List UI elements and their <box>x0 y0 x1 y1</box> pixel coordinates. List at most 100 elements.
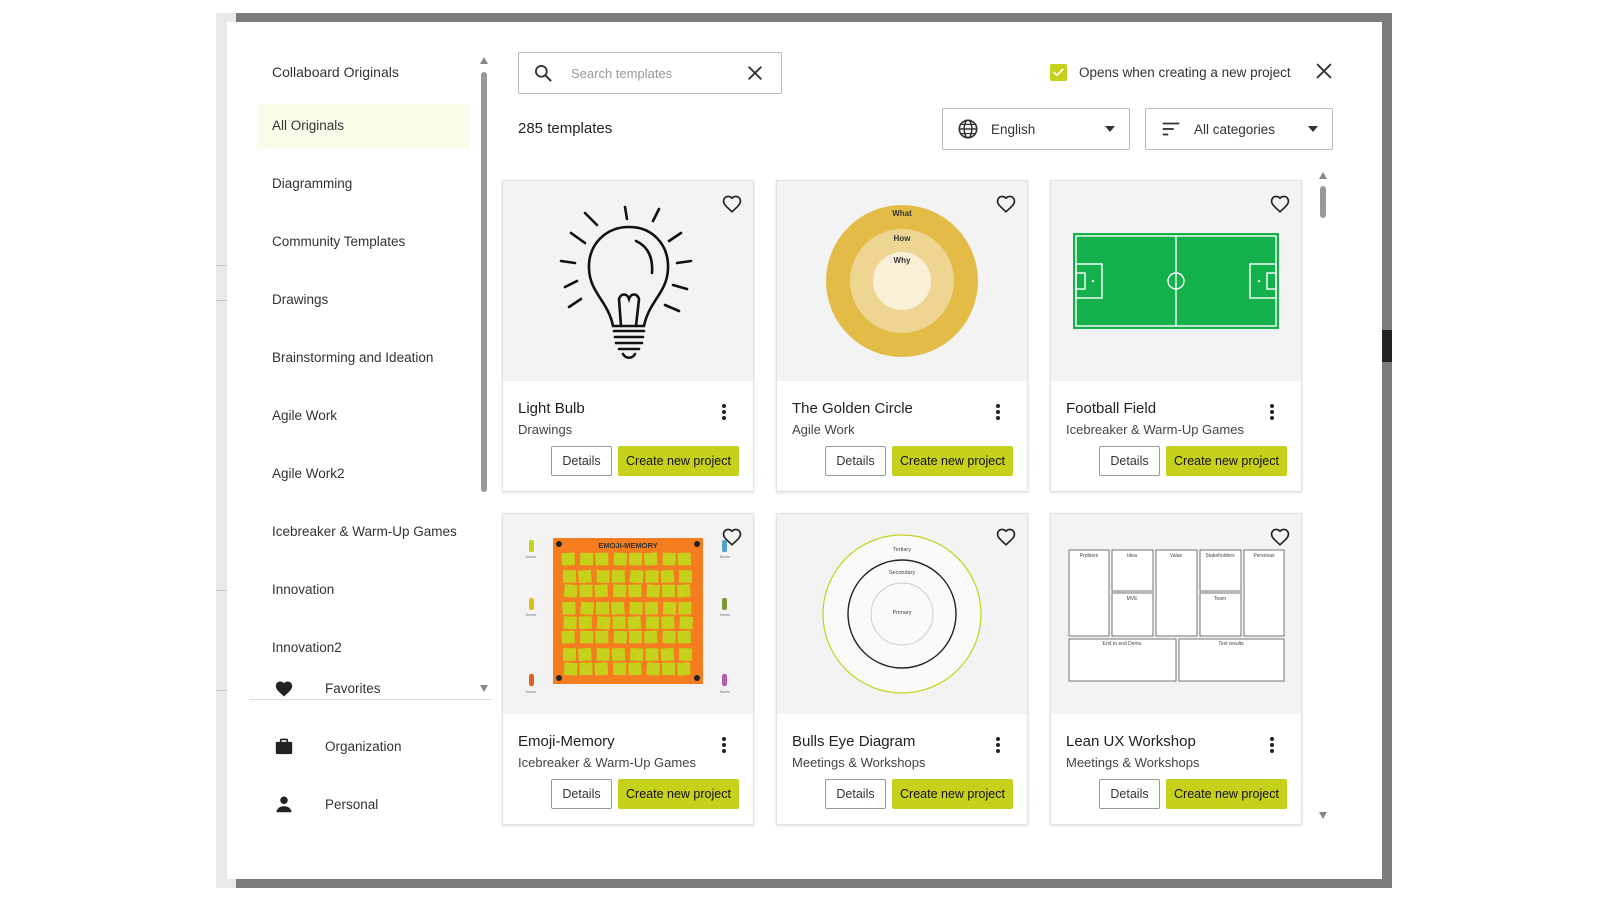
memory-tile <box>660 569 675 584</box>
memory-tile <box>629 630 642 644</box>
favorites-label: Favorites <box>325 680 381 696</box>
bulls-eye-label: Tertiary <box>893 547 911 553</box>
favorite-heart-icon[interactable] <box>721 193 743 215</box>
memory-tile <box>628 662 642 676</box>
details-button[interactable]: Details <box>825 446 886 476</box>
sidebar-favorites[interactable]: Favorites <box>273 668 473 708</box>
memory-tile <box>629 552 642 566</box>
sidebar-item-diagramming[interactable]: Diagramming <box>257 162 470 206</box>
memory-tile <box>596 648 610 661</box>
favorite-heart-icon[interactable] <box>1269 193 1291 215</box>
bulls-eye-illustration: Tertiary Secondary Primary <box>822 534 982 694</box>
sidebar-item-innovation2[interactable]: Innovation2 <box>257 626 470 654</box>
more-options-icon[interactable] <box>1269 736 1275 754</box>
more-options-icon[interactable] <box>721 403 727 421</box>
memory-tile <box>676 662 691 676</box>
template-thumbnail: EMOJI-MEMORY Name Name Name Name Name Na… <box>503 514 753 714</box>
sidebar-scrollbar[interactable] <box>480 57 490 697</box>
golden-circle-label: What <box>892 209 912 218</box>
template-card-bulls-eye[interactable]: Tertiary Secondary Primary Bulls Eye Dia… <box>776 513 1028 825</box>
memory-tile <box>678 570 693 583</box>
sidebar-item-brainstorming[interactable]: Brainstorming and Ideation <box>257 336 470 380</box>
opens-on-new-project-label: Opens when creating a new project <box>1079 65 1291 80</box>
template-card-football-field[interactable]: Football Field Icebreaker & Warm-Up Game… <box>1050 180 1302 492</box>
sidebar-item-innovation[interactable]: Innovation <box>257 568 470 612</box>
sidebar-item-drawings[interactable]: Drawings <box>257 278 470 322</box>
memory-tile <box>676 584 691 598</box>
memory-tile <box>628 584 642 598</box>
create-new-project-button[interactable]: Create new project <box>892 446 1013 476</box>
sidebar-organization[interactable]: Organization <box>273 726 473 766</box>
memory-tile <box>594 584 609 598</box>
more-options-icon[interactable] <box>721 736 727 754</box>
memory-tile <box>613 552 628 566</box>
player-name-label: Name <box>526 554 537 559</box>
scrollbar-thumb[interactable] <box>1320 186 1326 218</box>
create-new-project-button[interactable]: Create new project <box>618 779 739 809</box>
template-grid-scrollbar[interactable] <box>1318 172 1330 822</box>
details-button[interactable]: Details <box>551 779 612 809</box>
favorite-heart-icon[interactable] <box>995 526 1017 548</box>
template-category: Drawings <box>518 422 573 437</box>
more-options-icon[interactable] <box>995 736 1001 754</box>
more-options-icon[interactable] <box>995 403 1001 421</box>
scroll-up-arrow-icon[interactable] <box>480 57 488 64</box>
template-title: Lean UX Workshop <box>1066 733 1196 750</box>
scrollbar-thumb[interactable] <box>481 72 487 492</box>
template-card-light-bulb[interactable]: Light Bulb Drawings Details Create new p… <box>502 180 754 492</box>
memory-tile <box>629 601 643 615</box>
memory-tile <box>563 570 576 583</box>
sidebar-item-community-templates[interactable]: Community Templates <box>257 220 470 264</box>
search-box <box>518 52 782 94</box>
template-card-lean-ux[interactable]: Problem Idea Value Stakeholders Personas… <box>1050 513 1302 825</box>
sidebar-item-all-originals[interactable]: All Originals <box>257 104 470 148</box>
memory-tile <box>561 552 576 566</box>
memory-tile <box>662 630 676 644</box>
template-title: The Golden Circle <box>792 400 913 417</box>
sidebar-item-agile-work[interactable]: Agile Work <box>257 394 470 438</box>
details-button[interactable]: Details <box>1099 779 1160 809</box>
briefcase-icon <box>273 735 295 757</box>
sidebar-item-agile-work2[interactable]: Agile Work2 <box>257 452 470 496</box>
memory-tile <box>662 662 675 676</box>
memory-tile <box>645 648 659 661</box>
player-name-label: Name <box>720 554 731 559</box>
category-select[interactable]: All categories <box>1145 108 1333 150</box>
details-button[interactable]: Details <box>825 779 886 809</box>
bulls-eye-label: Secondary <box>889 570 916 576</box>
opens-on-new-project-checkbox[interactable] <box>1050 64 1067 81</box>
memory-tile <box>563 584 578 598</box>
close-dialog-icon[interactable] <box>1313 60 1335 82</box>
memory-tile <box>577 647 592 662</box>
scroll-down-arrow-icon[interactable] <box>480 685 488 692</box>
details-button[interactable]: Details <box>551 446 612 476</box>
sidebar-personal[interactable]: Personal <box>273 784 473 824</box>
create-new-project-button[interactable]: Create new project <box>892 779 1013 809</box>
memory-tile <box>595 630 609 644</box>
memory-tile <box>596 602 609 615</box>
more-options-icon[interactable] <box>1269 403 1275 421</box>
template-card-emoji-memory[interactable]: EMOJI-MEMORY Name Name Name Name Name Na… <box>502 513 754 825</box>
clear-search-icon[interactable] <box>745 63 765 83</box>
favorite-heart-icon[interactable] <box>1269 526 1291 548</box>
golden-circle-illustration: What How Why <box>826 205 978 357</box>
scroll-down-arrow-icon[interactable] <box>1319 812 1327 819</box>
memory-tile <box>613 630 628 644</box>
language-select[interactable]: English <box>942 108 1130 150</box>
create-new-project-button[interactable]: Create new project <box>618 446 739 476</box>
favorite-heart-icon[interactable] <box>995 193 1017 215</box>
template-card-golden-circle[interactable]: What How Why The Golden Circle Agile Wor… <box>776 180 1028 492</box>
scroll-up-arrow-icon[interactable] <box>1319 172 1327 179</box>
memory-tile <box>661 616 675 630</box>
organization-label: Organization <box>325 738 402 754</box>
details-button[interactable]: Details <box>1099 446 1160 476</box>
sidebar-item-icebreaker[interactable]: Icebreaker & Warm-Up Games <box>257 510 470 554</box>
create-new-project-button[interactable]: Create new project <box>1166 446 1287 476</box>
player-name-label: Name <box>526 689 537 694</box>
create-new-project-button[interactable]: Create new project <box>1166 779 1287 809</box>
memory-tile <box>611 647 626 661</box>
favorite-heart-icon[interactable] <box>721 526 743 548</box>
memory-tile <box>629 647 644 662</box>
memory-tile <box>662 601 677 616</box>
search-input[interactable] <box>571 65 741 81</box>
